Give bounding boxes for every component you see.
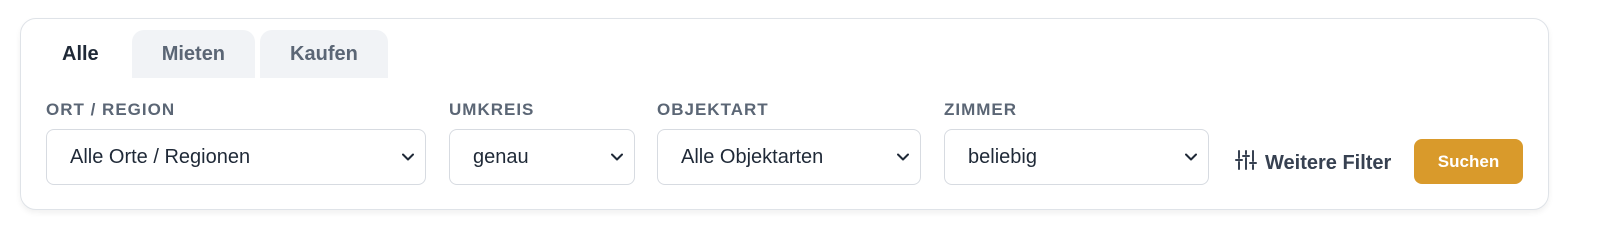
tab-alle[interactable]: Alle [41, 30, 127, 78]
property-type-field: OBJEKTART Alle Objektarten [657, 99, 921, 185]
radius-label: UMKREIS [449, 100, 535, 119]
region-field: ORT / REGION Alle Orte / Regionen [46, 99, 426, 185]
tab-mieten[interactable]: Mieten [131, 30, 256, 78]
chevron-down-icon [610, 150, 624, 164]
rooms-label: ZIMMER [944, 100, 1018, 119]
property-type-label: OBJEKTART [657, 100, 769, 119]
chevron-down-icon [401, 150, 415, 164]
rooms-field: ZIMMER beliebig [944, 99, 1209, 185]
search-panel: Alle Mieten Kaufen ORT / REGION Alle Ort… [20, 18, 1549, 210]
radius-value: genau [473, 145, 529, 168]
tab-kaufen[interactable]: Kaufen [260, 30, 388, 78]
chevron-down-icon [1184, 150, 1198, 164]
chevron-down-icon [896, 150, 910, 164]
region-select[interactable]: Alle Orte / Regionen [46, 129, 426, 185]
rooms-select[interactable]: beliebig [944, 129, 1209, 185]
property-type-select[interactable]: Alle Objektarten [657, 129, 921, 185]
sliders-icon [1235, 149, 1257, 177]
search-button[interactable]: Suchen [1414, 139, 1523, 184]
radius-select[interactable]: genau [449, 129, 635, 185]
region-label: ORT / REGION [46, 100, 176, 119]
more-filters-button[interactable]: Weitere Filter [1235, 149, 1391, 177]
tab-bar: Alle Mieten Kaufen [41, 30, 388, 78]
property-type-value: Alle Objektarten [681, 145, 824, 168]
more-filters-label: Weitere Filter [1265, 151, 1392, 174]
radius-field: UMKREIS genau [449, 99, 635, 185]
region-value: Alle Orte / Regionen [70, 145, 251, 168]
rooms-value: beliebig [968, 145, 1037, 168]
